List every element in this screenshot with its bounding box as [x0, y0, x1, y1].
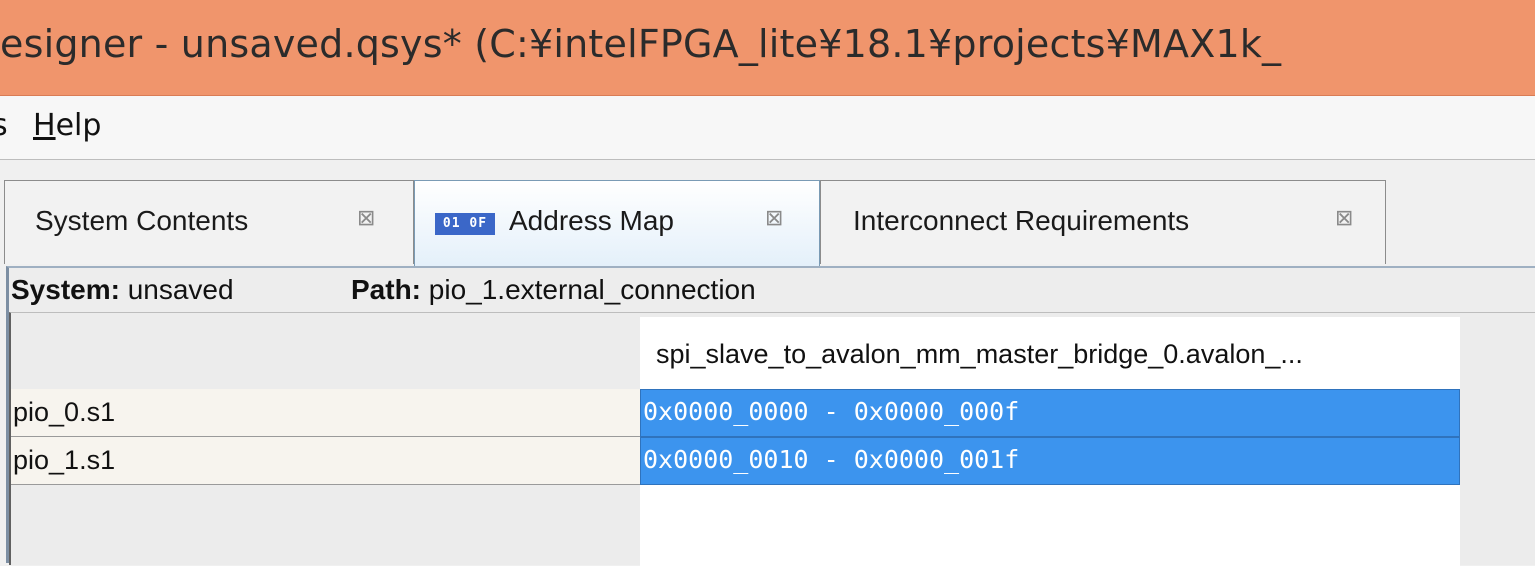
menu-item-tools-partial[interactable]: s	[0, 108, 8, 143]
system-label: System:	[11, 274, 120, 305]
tab-system-contents[interactable]: System Contents ⊠	[4, 180, 414, 264]
path-info: Path: pio_1.external_connection	[351, 274, 756, 306]
slave-name-cell[interactable]: pio_1.s1	[11, 437, 640, 485]
window-title: esigner - unsaved.qsys* (C:¥intelFPGA_li…	[0, 22, 1282, 66]
system-path-bar: System: unsaved Path: pio_1.external_con…	[9, 268, 1535, 312]
empty-table-area	[640, 485, 1460, 566]
close-tab-icon[interactable]: ⊠	[765, 205, 783, 231]
tab-strip: System Contents ⊠ 01 0F Address Map ⊠ In…	[0, 160, 1535, 266]
tab-address-map[interactable]: 01 0F Address Map ⊠	[414, 180, 820, 266]
tab-label: Address Map	[509, 205, 674, 236]
close-tab-icon[interactable]: ⊠	[1335, 205, 1353, 231]
address-range-cell[interactable]: 0x0000_0000 - 0x0000_000f	[640, 389, 1460, 437]
menu-item-label: elp	[55, 108, 102, 143]
menu-item-label: s	[0, 108, 8, 143]
table-row: pio_0.s1 0x0000_0000 - 0x0000_000f	[11, 389, 1460, 437]
title-bar: esigner - unsaved.qsys* (C:¥intelFPGA_li…	[0, 0, 1535, 96]
close-tab-icon[interactable]: ⊠	[357, 205, 375, 231]
address-map-table: spi_slave_to_avalon_mm_master_bridge_0.a…	[9, 312, 1535, 566]
slave-name-cell[interactable]: pio_0.s1	[11, 389, 640, 437]
path-label: Path:	[351, 274, 421, 305]
tab-interconnect-requirements[interactable]: Interconnect Requirements ⊠	[820, 180, 1386, 264]
table-row: pio_1.s1 0x0000_0010 - 0x0000_001f	[11, 437, 1460, 485]
tab-label: System Contents	[35, 205, 249, 236]
menu-bar: s Help	[0, 96, 1535, 160]
address-map-icon: 01 0F	[435, 213, 495, 235]
tab-label: Interconnect Requirements	[853, 205, 1190, 236]
menu-item-help[interactable]: Help	[33, 108, 101, 143]
path-value: pio_1.external_connection	[428, 274, 756, 305]
column-header-label: spi_slave_to_avalon_mm_master_bridge_0.a…	[656, 339, 1303, 369]
column-header-master[interactable]: spi_slave_to_avalon_mm_master_bridge_0.a…	[640, 317, 1460, 389]
menu-mnemonic: H	[33, 108, 56, 143]
address-range-cell[interactable]: 0x0000_0010 - 0x0000_001f	[640, 437, 1460, 485]
system-value: unsaved	[127, 274, 234, 305]
system-info: System: unsaved	[11, 274, 234, 306]
address-map-panel: System: unsaved Path: pio_1.external_con…	[6, 266, 1535, 566]
